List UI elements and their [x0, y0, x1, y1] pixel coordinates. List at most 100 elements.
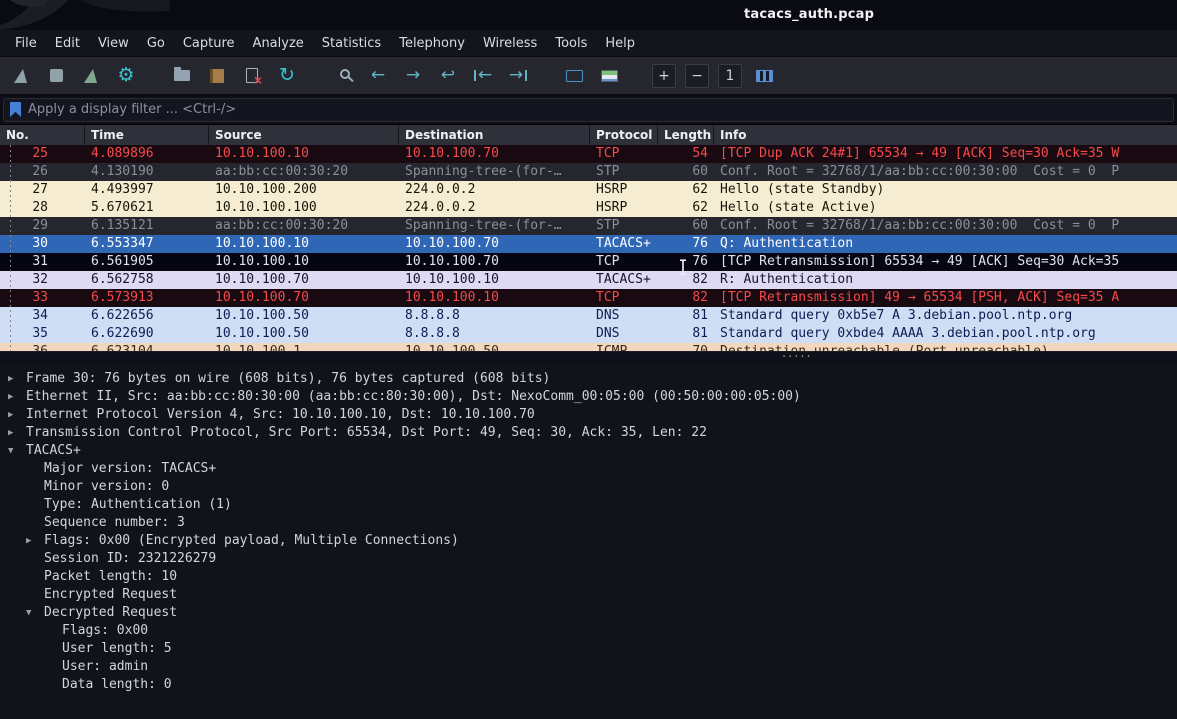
expand-arrow-icon[interactable]	[44, 658, 62, 676]
auto-scroll-button[interactable]	[561, 63, 587, 89]
expand-arrow-icon[interactable]	[26, 550, 44, 568]
packet-row[interactable]: 28 5.670621 10.10.100.100 224.0.0.2 HSRP…	[0, 199, 1177, 217]
packet-row[interactable]: 26 4.130190 aa:bb:cc:00:30:20 Spanning-t…	[0, 163, 1177, 181]
detail-line[interactable]: Major version: TACACS+	[0, 460, 1177, 478]
packet-protocol: TCP	[590, 289, 658, 307]
expand-arrow-icon[interactable]: ▶	[8, 406, 26, 424]
menu-item[interactable]: Edit	[46, 32, 89, 55]
packet-row[interactable]: 29 6.135121 aa:bb:cc:00:30:20 Spanning-t…	[0, 217, 1177, 235]
pane-splitter[interactable]: ·····	[0, 351, 1177, 365]
detail-line[interactable]: ▶ Ethernet II, Src: aa:bb:cc:80:30:00 (a…	[0, 388, 1177, 406]
save-capture-file-button[interactable]	[204, 63, 230, 89]
display-filter-input[interactable]	[28, 102, 1167, 117]
open-capture-file-button[interactable]	[169, 63, 195, 89]
menu-item[interactable]: Help	[596, 32, 644, 55]
expand-arrow-icon[interactable]	[26, 478, 44, 496]
menu-item[interactable]: Tools	[546, 32, 596, 55]
column-header-protocol[interactable]: Protocol	[590, 125, 658, 145]
detail-text: Frame 30: 76 bytes on wire (608 bits), 7…	[26, 370, 550, 388]
reload-capture-file-button[interactable]: ↻	[274, 63, 300, 89]
expand-arrow-icon[interactable]: ▶	[26, 532, 44, 550]
menu-item[interactable]: Capture	[174, 32, 244, 55]
resize-columns-button[interactable]	[751, 63, 777, 89]
detail-line[interactable]: Packet length: 10	[0, 568, 1177, 586]
zoom-normal-button[interactable]: 1	[718, 64, 742, 88]
menu-item[interactable]: Statistics	[313, 32, 390, 55]
detail-line[interactable]: ▶ Internet Protocol Version 4, Src: 10.1…	[0, 406, 1177, 424]
menu-item[interactable]: Wireless	[474, 32, 546, 55]
column-header-source[interactable]: Source	[209, 125, 399, 145]
colorize-packets-button[interactable]	[596, 63, 622, 89]
packet-row[interactable]: 30 6.553347 10.10.100.10 10.10.100.70 TA…	[0, 235, 1177, 253]
detail-line[interactable]: ▶ Frame 30: 76 bytes on wire (608 bits),…	[0, 370, 1177, 388]
filter-bookmark-icon[interactable]	[10, 102, 21, 117]
capture-options-button[interactable]: ⚙	[113, 63, 139, 89]
detail-line[interactable]: ▶ Transmission Control Protocol, Src Por…	[0, 424, 1177, 442]
packet-row[interactable]: 35 6.622690 10.10.100.50 8.8.8.8 DNS 81 …	[0, 325, 1177, 343]
mouse-text-cursor	[678, 259, 688, 275]
detail-line[interactable]: Sequence number: 3	[0, 514, 1177, 532]
detail-line[interactable]: Flags: 0x00	[0, 622, 1177, 640]
expand-arrow-icon[interactable]	[26, 586, 44, 604]
menu-item[interactable]: View	[89, 32, 138, 55]
packet-row[interactable]: 36 6.623104 10.10.100.1 10.10.100.50 ICM…	[0, 343, 1177, 351]
expand-arrow-icon[interactable]	[26, 496, 44, 514]
detail-line[interactable]: Minor version: 0	[0, 478, 1177, 496]
find-packet-button[interactable]	[330, 63, 356, 89]
expand-arrow-icon[interactable]: ▶	[8, 370, 26, 388]
stop-square-icon	[50, 69, 63, 82]
restart-capture-button[interactable]	[78, 63, 104, 89]
detail-line[interactable]: Encrypted Request	[0, 586, 1177, 604]
go-forward-button[interactable]: →	[400, 63, 426, 89]
packet-row[interactable]: 34 6.622656 10.10.100.50 8.8.8.8 DNS 81 …	[0, 307, 1177, 325]
detail-line[interactable]: Type: Authentication (1)	[0, 496, 1177, 514]
expand-arrow-icon[interactable]	[44, 622, 62, 640]
detail-line[interactable]: Session ID: 2321226279	[0, 550, 1177, 568]
close-capture-file-button[interactable]	[239, 63, 265, 89]
expand-arrow-icon[interactable]: ▼	[8, 442, 26, 460]
expand-arrow-icon[interactable]	[44, 676, 62, 694]
filter-bar	[0, 95, 1177, 125]
detail-text: Data length: 0	[62, 676, 172, 694]
expand-arrow-icon[interactable]	[44, 640, 62, 658]
expand-arrow-icon[interactable]	[26, 460, 44, 478]
go-first-packet-button[interactable]: ←	[470, 63, 496, 89]
restart-fin-icon	[84, 69, 99, 83]
detail-line[interactable]: User: admin	[0, 658, 1177, 676]
packet-length: 81	[658, 325, 714, 343]
zoom-in-button[interactable]: +	[652, 64, 676, 88]
go-last-packet-button[interactable]: →	[505, 63, 531, 89]
column-header-time[interactable]: Time	[85, 125, 209, 145]
expand-arrow-icon[interactable]: ▶	[8, 388, 26, 406]
packet-row[interactable]: 25 4.089896 10.10.100.10 10.10.100.70 TC…	[0, 145, 1177, 163]
zoom-out-button[interactable]: −	[685, 64, 709, 88]
stop-capture-button[interactable]	[43, 63, 69, 89]
packet-row[interactable]: 33 6.573913 10.10.100.70 10.10.100.10 TC…	[0, 289, 1177, 307]
expand-arrow-icon[interactable]: ▼	[26, 604, 44, 622]
expand-arrow-icon[interactable]: ▶	[8, 424, 26, 442]
detail-line[interactable]: User length: 5	[0, 640, 1177, 658]
packet-row[interactable]: 27 4.493997 10.10.100.200 224.0.0.2 HSRP…	[0, 181, 1177, 199]
expand-arrow-icon[interactable]	[26, 514, 44, 532]
expand-arrow-icon[interactable]	[26, 568, 44, 586]
detail-line[interactable]: ▶ Flags: 0x00 (Encrypted payload, Multip…	[0, 532, 1177, 550]
display-filter-box[interactable]	[3, 98, 1174, 122]
titlebar[interactable]: tacacs_auth.pcap	[0, 0, 1177, 30]
detail-line[interactable]: ▼ Decrypted Request	[0, 604, 1177, 622]
column-header-no[interactable]: No.	[0, 125, 85, 145]
column-header-length[interactable]: Length	[658, 125, 714, 145]
detail-line[interactable]: ▼ TACACS+	[0, 442, 1177, 460]
menu-item[interactable]: Telephony	[390, 32, 474, 55]
menu-item[interactable]: File	[6, 32, 46, 55]
go-to-packet-button[interactable]: ↩	[435, 63, 461, 89]
packet-row[interactable]: 31 6.561905 10.10.100.10 10.10.100.70 TC…	[0, 253, 1177, 271]
column-header-info[interactable]: Info	[714, 125, 1177, 145]
column-header-destination[interactable]: Destination	[399, 125, 590, 145]
detail-line[interactable]: Data length: 0	[0, 676, 1177, 694]
packet-row[interactable]: 32 6.562758 10.10.100.70 10.10.100.10 TA…	[0, 271, 1177, 289]
menu-item[interactable]: Analyze	[244, 32, 313, 55]
packet-time: 6.553347	[85, 235, 209, 253]
go-back-button[interactable]: ←	[365, 63, 391, 89]
start-capture-button[interactable]	[8, 63, 34, 89]
menu-item[interactable]: Go	[138, 32, 174, 55]
